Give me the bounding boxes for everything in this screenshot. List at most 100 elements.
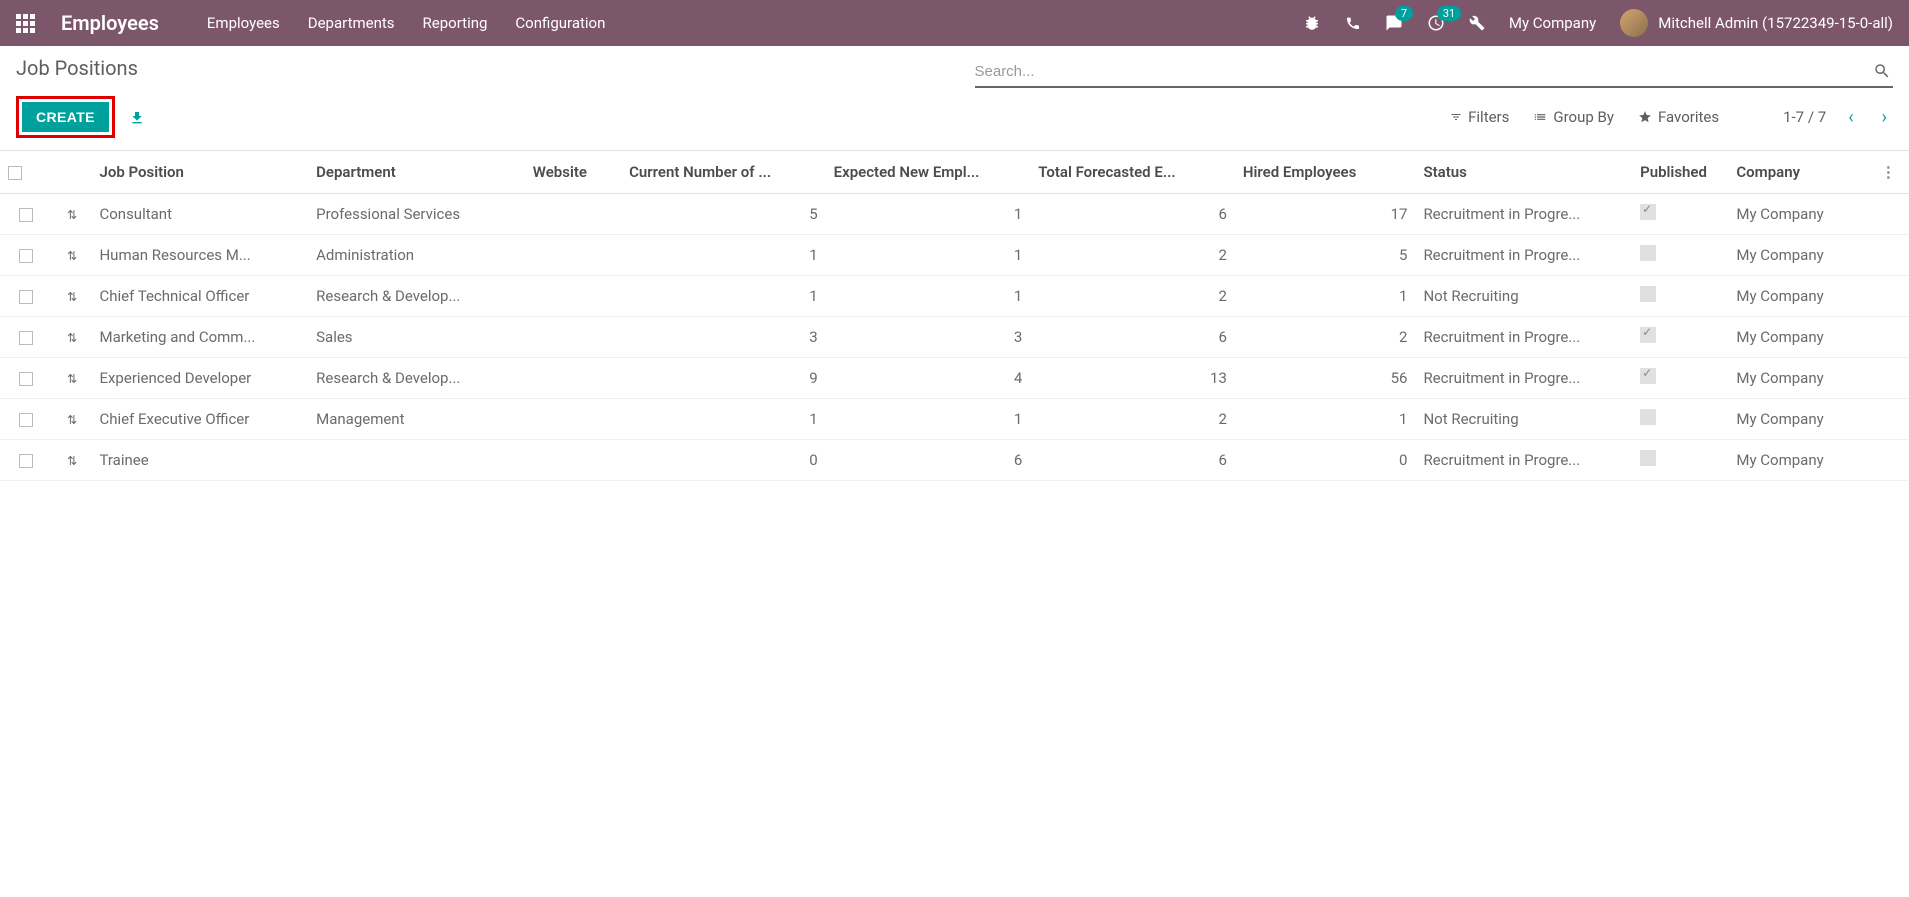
cell-published bbox=[1632, 276, 1728, 317]
search-icon[interactable] bbox=[1871, 60, 1893, 82]
favorites-button[interactable]: Favorites bbox=[1638, 108, 1719, 126]
cell-status: Recruitment in Progre... bbox=[1415, 358, 1632, 399]
optional-columns-icon[interactable]: ⋮ bbox=[1881, 163, 1896, 181]
cell-website bbox=[525, 440, 621, 481]
published-checkbox[interactable] bbox=[1640, 286, 1656, 302]
col-hired[interactable]: Hired Employees bbox=[1235, 151, 1416, 194]
cell-hired: 0 bbox=[1235, 440, 1416, 481]
search-bar bbox=[975, 56, 1894, 88]
activities-badge: 31 bbox=[1437, 6, 1461, 21]
col-published[interactable]: Published bbox=[1632, 151, 1728, 194]
drag-handle-icon[interactable]: ⇅ bbox=[67, 372, 77, 386]
cell-current: 3 bbox=[621, 317, 826, 358]
col-website[interactable]: Website bbox=[525, 151, 621, 194]
cell-company: My Company bbox=[1728, 235, 1872, 276]
cell-current: 1 bbox=[621, 276, 826, 317]
published-checkbox[interactable] bbox=[1640, 204, 1656, 220]
drag-handle-icon[interactable]: ⇅ bbox=[67, 290, 77, 304]
cell-job: Chief Executive Officer bbox=[91, 399, 308, 440]
table-row[interactable]: ⇅Chief Technical OfficerResearch & Devel… bbox=[0, 276, 1909, 317]
create-button[interactable]: CREATE bbox=[22, 102, 109, 132]
tools-icon[interactable] bbox=[1469, 15, 1485, 31]
pager-next[interactable]: › bbox=[1876, 105, 1893, 130]
cell-dept: Administration bbox=[308, 235, 525, 276]
cell-company: My Company bbox=[1728, 194, 1872, 235]
cell-expected: 1 bbox=[826, 276, 1031, 317]
cell-forecast: 6 bbox=[1030, 194, 1235, 235]
cell-expected: 1 bbox=[826, 235, 1031, 276]
select-all-checkbox[interactable] bbox=[8, 166, 22, 180]
nav-item-employees[interactable]: Employees bbox=[207, 14, 280, 32]
col-company[interactable]: Company bbox=[1728, 151, 1872, 194]
row-checkbox[interactable] bbox=[19, 372, 33, 386]
drag-handle-icon[interactable]: ⇅ bbox=[67, 208, 77, 222]
row-checkbox[interactable] bbox=[19, 331, 33, 345]
cell-job: Consultant bbox=[91, 194, 308, 235]
cell-website bbox=[525, 276, 621, 317]
cell-expected: 1 bbox=[826, 399, 1031, 440]
filters-button[interactable]: Filters bbox=[1450, 108, 1509, 126]
cell-dept: Research & Develop... bbox=[308, 276, 525, 317]
row-checkbox[interactable] bbox=[19, 249, 33, 263]
activities-icon[interactable]: 31 bbox=[1427, 14, 1445, 32]
col-job[interactable]: Job Position bbox=[91, 151, 308, 194]
published-checkbox[interactable] bbox=[1640, 450, 1656, 466]
published-checkbox[interactable] bbox=[1640, 245, 1656, 261]
cell-current: 1 bbox=[621, 399, 826, 440]
row-checkbox[interactable] bbox=[19, 454, 33, 468]
cell-website bbox=[525, 358, 621, 399]
table-row[interactable]: ⇅ConsultantProfessional Services51617Rec… bbox=[0, 194, 1909, 235]
table-row[interactable]: ⇅ Experienced DeveloperResearch & Develop… bbox=[0, 358, 1909, 399]
col-forecast[interactable]: Total Forecasted E... bbox=[1030, 151, 1235, 194]
app-name[interactable]: Employees bbox=[61, 11, 159, 35]
phone-icon[interactable] bbox=[1345, 15, 1361, 31]
row-checkbox[interactable] bbox=[19, 208, 33, 222]
apps-icon[interactable] bbox=[16, 14, 35, 33]
published-checkbox[interactable] bbox=[1640, 327, 1656, 343]
export-button[interactable] bbox=[129, 108, 145, 127]
cell-job: Marketing and Comm... bbox=[91, 317, 308, 358]
table-row[interactable]: ⇅Trainee0660Recruitment in Progre...My C… bbox=[0, 440, 1909, 481]
nav-item-configuration[interactable]: Configuration bbox=[515, 14, 605, 32]
drag-handle-icon[interactable]: ⇅ bbox=[67, 331, 77, 345]
cell-hired: 1 bbox=[1235, 276, 1416, 317]
col-status[interactable]: Status bbox=[1415, 151, 1632, 194]
col-current[interactable]: Current Number of ... bbox=[621, 151, 826, 194]
pager-text[interactable]: 1-7 / 7 bbox=[1783, 108, 1826, 126]
cell-forecast: 2 bbox=[1030, 276, 1235, 317]
debug-icon[interactable] bbox=[1303, 14, 1321, 32]
create-highlight: CREATE bbox=[16, 96, 115, 138]
table-row[interactable]: ⇅Chief Executive OfficerManagement1121No… bbox=[0, 399, 1909, 440]
filter-icon bbox=[1450, 111, 1462, 123]
pager-prev[interactable]: ‹ bbox=[1842, 105, 1859, 130]
nav-item-departments[interactable]: Departments bbox=[308, 14, 395, 32]
cell-job: Human Resources M... bbox=[91, 235, 308, 276]
drag-handle-icon[interactable]: ⇅ bbox=[67, 249, 77, 263]
cell-forecast: 2 bbox=[1030, 399, 1235, 440]
cell-dept: Research & Develop... bbox=[308, 358, 525, 399]
user-menu[interactable]: Mitchell Admin (15722349-15-0-all) bbox=[1620, 9, 1893, 37]
cell-forecast: 13 bbox=[1030, 358, 1235, 399]
cell-current: 5 bbox=[621, 194, 826, 235]
drag-handle-icon[interactable]: ⇅ bbox=[67, 413, 77, 427]
table-row[interactable]: ⇅Marketing and Comm...Sales3362Recruitme… bbox=[0, 317, 1909, 358]
messaging-icon[interactable]: 7 bbox=[1385, 14, 1403, 32]
cell-website bbox=[525, 194, 621, 235]
company-switcher[interactable]: My Company bbox=[1509, 14, 1596, 32]
row-checkbox[interactable] bbox=[19, 413, 33, 427]
published-checkbox[interactable] bbox=[1640, 368, 1656, 384]
cell-expected: 3 bbox=[826, 317, 1031, 358]
cell-job: Experienced Developer bbox=[91, 358, 308, 399]
table-row[interactable]: ⇅Human Resources M...Administration1125R… bbox=[0, 235, 1909, 276]
col-expected[interactable]: Expected New Empl... bbox=[826, 151, 1031, 194]
cell-published bbox=[1632, 358, 1728, 399]
drag-handle-icon[interactable]: ⇅ bbox=[67, 454, 77, 468]
cell-expected: 1 bbox=[826, 194, 1031, 235]
col-dept[interactable]: Department bbox=[308, 151, 525, 194]
groupby-button[interactable]: Group By bbox=[1533, 108, 1614, 126]
user-name: Mitchell Admin (15722349-15-0-all) bbox=[1658, 14, 1893, 32]
row-checkbox[interactable] bbox=[19, 290, 33, 304]
published-checkbox[interactable] bbox=[1640, 409, 1656, 425]
search-input[interactable] bbox=[975, 63, 1872, 80]
nav-item-reporting[interactable]: Reporting bbox=[423, 14, 488, 32]
